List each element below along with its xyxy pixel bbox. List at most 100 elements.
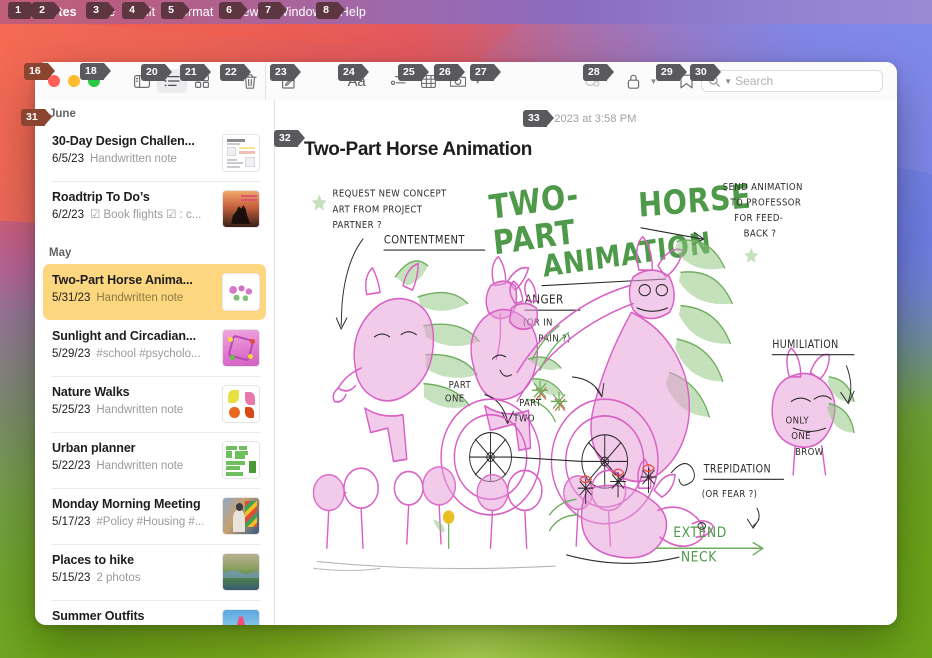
note-subtitle: Handwritten note — [96, 403, 184, 416]
note-meta: 5/15/23 2 photos — [52, 572, 214, 586]
note-row-text: 30-Day Design Challen... 6/5/23 Handwrit… — [52, 134, 214, 166]
note-list-sidebar[interactable]: June 30-Day Design Challen... 6/5/23 Han… — [35, 100, 275, 625]
note-row-text: Urban planner 5/22/23 Handwritten note — [52, 441, 214, 473]
note-thumbnail — [222, 190, 260, 228]
hw-send4: BACK ? — [744, 228, 777, 240]
note-meta: 5/25/23 Handwritten note — [52, 404, 214, 418]
note-title: Two-Part Horse Anima... — [52, 273, 193, 287]
note-row-text: Summer Outfits 5/15/23 — [52, 609, 214, 625]
list-item[interactable]: Sunlight and Circadian... 5/29/23 #schoo… — [43, 320, 266, 376]
annotation-tag-21: 21 — [180, 64, 211, 81]
list-item[interactable]: Urban planner 5/22/23 Handwritten note — [43, 432, 266, 488]
note-thumbnail — [222, 134, 260, 172]
search-placeholder: Search — [735, 74, 774, 88]
note-subtitle: #school #psycholo... — [96, 347, 201, 360]
note-title: Nature Walks — [52, 385, 130, 399]
annotation-tag-20: 20 — [141, 64, 172, 81]
note-subtitle: 2 photos — [96, 571, 141, 584]
note-thumbnail — [222, 609, 260, 625]
list-item[interactable]: Nature Walks 5/25/23 Handwritten note — [43, 376, 266, 432]
list-item[interactable]: 30-Day Design Challen... 6/5/23 Handwrit… — [43, 125, 266, 181]
note-subtitle: Handwritten note — [96, 291, 184, 304]
note-subtitle: Handwritten note — [96, 459, 184, 472]
annotation-tag-6: 6 — [219, 2, 248, 19]
note-thumbnail — [222, 385, 260, 423]
annotation-tag-3: 3 — [86, 2, 115, 19]
horse-contentment — [332, 260, 480, 463]
note-subtitle: ☑ Book flights ☑ : c... — [89, 208, 202, 221]
lock-icon[interactable] — [619, 69, 649, 93]
annotation-tag-25: 25 — [398, 64, 429, 81]
note-detail-pane[interactable]: 31, 2023 at 3:58 PM Two-Part Horse Anima… — [275, 100, 897, 625]
note-row-text: Places to hike 5/15/23 2 photos — [52, 553, 214, 585]
annotation-tag-16: 16 — [24, 63, 55, 80]
hw-neck: NECK — [681, 550, 718, 566]
annotation-tag-2: 2 — [32, 2, 61, 19]
note-subtitle: #Policy #Housing #... — [96, 515, 205, 528]
search-field[interactable]: ▼ Search — [701, 70, 884, 92]
note-meta: 5/17/23 #Policy #Housing #... — [52, 516, 214, 530]
note-title: Summer Outfits — [52, 609, 145, 623]
note-title: Roadtrip To Do’s — [52, 190, 150, 204]
hw-send3: FOR FEED- — [734, 213, 783, 225]
note-thumbnail — [222, 497, 260, 535]
note-row-text: Nature Walks 5/25/23 Handwritten note — [52, 385, 214, 417]
hw-request-line3: PARTNER ? — [333, 219, 382, 231]
note-row-text: Monday Morning Meeting 5/17/23 #Policy #… — [52, 497, 214, 529]
annotation-tag-29: 29 — [656, 64, 687, 81]
window-body: June 30-Day Design Challen... 6/5/23 Han… — [35, 100, 897, 625]
list-item[interactable]: Places to hike 5/15/23 2 photos — [43, 544, 266, 600]
section-header-may: May — [49, 247, 72, 259]
note-title: Monday Morning Meeting — [52, 497, 201, 511]
note-row-text: Two-Part Horse Anima... 5/31/23 Handwrit… — [52, 273, 214, 305]
note-title: Urban planner — [52, 441, 136, 455]
hw-contentment: CONTENTMENT — [384, 233, 465, 247]
note-row-text: Sunlight and Circadian... 5/29/23 #schoo… — [52, 329, 214, 361]
note-thumbnail — [222, 329, 260, 367]
annotation-tag-33: 33 — [523, 110, 554, 127]
hw-part-two1: PART — [519, 397, 542, 409]
annotation-tag-24: 24 — [338, 64, 369, 81]
list-item[interactable]: Two-Part Horse Anima... 5/31/23 Handwrit… — [43, 264, 266, 320]
list-item[interactable]: Monday Morning Meeting 5/17/23 #Policy #… — [43, 488, 266, 544]
hw-extend: EXTEND — [673, 525, 727, 541]
hw-part-one1: PART — [449, 379, 472, 391]
hw-trepidation-sub: (OR FEAR ?) — [702, 488, 758, 500]
note-date: 5/25/23 — [52, 403, 91, 416]
annotation-tag-1: 1 — [8, 2, 37, 19]
note-subtitle: Handwritten note — [89, 152, 177, 165]
note-date: 5/29/23 — [52, 347, 91, 360]
note-date: 5/17/23 — [52, 515, 91, 528]
note-date: 5/15/23 — [52, 571, 91, 584]
section-header-june: June — [49, 108, 76, 120]
hw-send1: SEND ANIMATION — [723, 181, 803, 193]
annotation-tag-22: 22 — [220, 64, 251, 81]
note-meta: 5/22/23 Handwritten note — [52, 460, 214, 474]
minimize-button[interactable] — [68, 75, 80, 87]
hw-only3: BROW — [795, 446, 824, 458]
note-thumbnail — [222, 441, 260, 479]
list-item[interactable]: Summer Outfits 5/15/23 — [43, 600, 266, 625]
hw-only1: ONLY — [786, 415, 809, 427]
list-item[interactable]: Roadtrip To Do’s 6/2/23 ☑ Book flights ☑… — [43, 181, 266, 237]
note-date: 6/2/23 — [52, 208, 84, 221]
note-thumbnail — [222, 273, 260, 311]
note-timestamp: 31, 2023 at 3:58 PM — [535, 113, 637, 125]
creature-row — [312, 466, 627, 550]
hw-request-line1: REQUEST NEW CONCEPT — [333, 188, 447, 200]
hw-only2: ONE — [791, 431, 811, 443]
hw-request-line2: ART FROM PROJECT — [333, 204, 423, 216]
note-row-text: Roadtrip To Do’s 6/2/23 ☑ Book flights ☑… — [52, 190, 214, 222]
note-date: 6/5/23 — [52, 152, 84, 165]
handwritten-drawing-canvas[interactable]: .hw { font-family:"DejaVu Sans", sans-se… — [304, 170, 875, 615]
note-date: 5/22/23 — [52, 459, 91, 472]
hw-part-one2: ONE — [445, 393, 465, 405]
notes-window: Aa ▼ ▼ ▼ Search June 30-Day Design Chall… — [35, 62, 897, 625]
annotation-tag-5: 5 — [161, 2, 190, 19]
note-title: Sunlight and Circadian... — [52, 329, 197, 343]
note-meta: 6/2/23 ☑ Book flights ☑ : c... — [52, 209, 214, 223]
annotation-tag-18: 18 — [80, 63, 111, 80]
search-scope-chevron-icon[interactable]: ▼ — [724, 77, 732, 86]
annotation-tag-23: 23 — [270, 64, 301, 81]
annotation-tag-8: 8 — [316, 2, 345, 19]
